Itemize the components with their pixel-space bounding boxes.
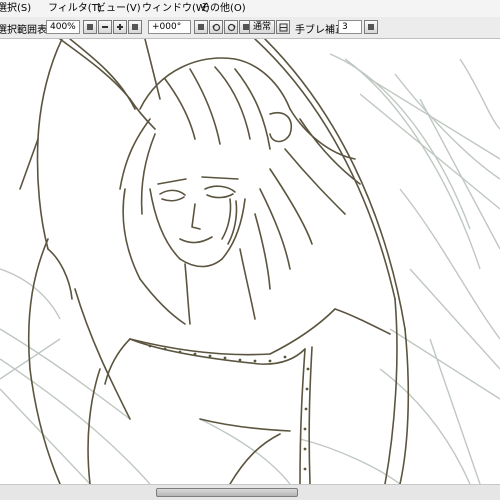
menu-filter[interactable]: フィルタ(T) <box>48 1 102 16</box>
ink-layer <box>19 39 410 484</box>
horizontal-scrollbar[interactable] <box>0 484 500 500</box>
menu-other[interactable]: その他(O) <box>200 1 246 16</box>
drawing-canvas[interactable] <box>0 39 500 484</box>
zoom-field[interactable]: 400% <box>46 20 80 34</box>
reset-zoom-icon[interactable] <box>128 20 142 34</box>
sketch-layer <box>0 53 500 484</box>
minus-icon[interactable] <box>98 20 112 34</box>
scrollbar-thumb[interactable] <box>156 488 298 497</box>
menu-view[interactable]: ビュー(V) <box>96 1 141 16</box>
zoom-dropdown-icon[interactable] <box>83 20 97 34</box>
plus-icon[interactable] <box>113 20 127 34</box>
stabilizer-field[interactable]: 3 <box>338 20 362 34</box>
rotate-dropdown-icon[interactable] <box>194 20 208 34</box>
menu-select[interactable]: 選択(S) <box>0 1 31 16</box>
normal-view-button[interactable]: 通常 <box>249 20 276 34</box>
flip-icon[interactable] <box>276 20 290 34</box>
collar-beads <box>148 344 310 471</box>
line-art <box>0 39 500 484</box>
dropdown-icon[interactable] <box>364 20 378 34</box>
rotate-left-icon[interactable] <box>209 20 223 34</box>
view-toolbar: 選択範囲表示 400% +000° 通常 手ブレ補正 3 <box>0 17 500 39</box>
rotate-right-icon[interactable] <box>224 20 238 34</box>
menu-bar: 選択(S) フィルタ(T) ビュー(V) ウィンドウ(W) その他(O) <box>0 0 500 18</box>
rotation-field[interactable]: +000° <box>148 20 191 34</box>
